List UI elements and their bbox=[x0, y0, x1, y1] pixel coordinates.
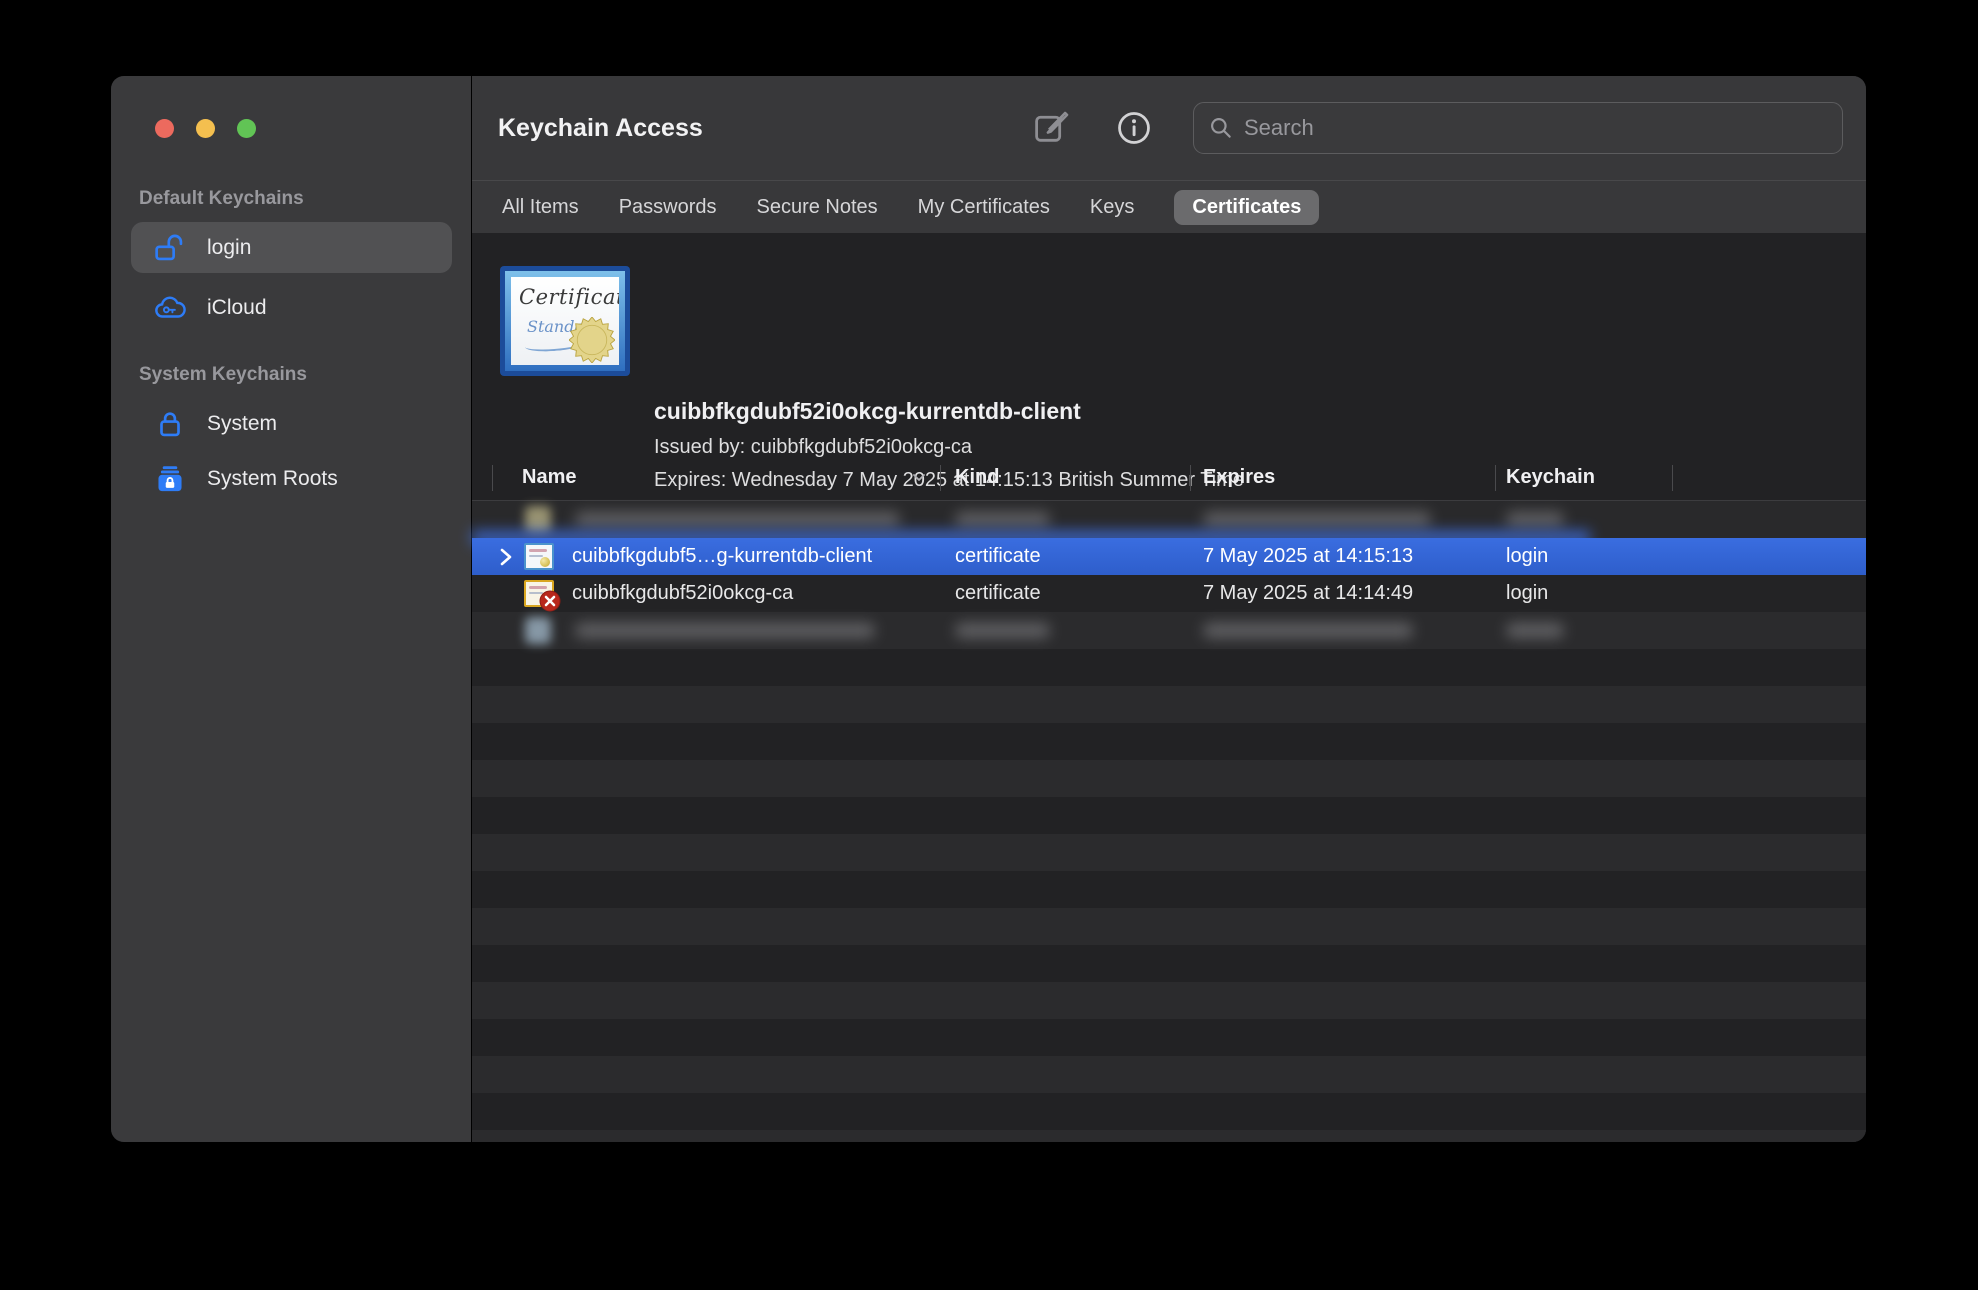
certificate-stack-lock-icon bbox=[153, 464, 187, 494]
column-header-expires[interactable]: Expires bbox=[1203, 455, 1275, 500]
main-pane: Keychain Access Search All Items Passwor… bbox=[472, 76, 1866, 1142]
tab-all-items[interactable]: All Items bbox=[502, 190, 579, 225]
page-title: Keychain Access bbox=[498, 113, 703, 142]
new-item-button[interactable] bbox=[1032, 108, 1072, 148]
sidebar-item-label: login bbox=[207, 235, 252, 259]
zoom-window-button[interactable] bbox=[237, 119, 256, 138]
table-row-ca[interactable]: cuibbfkgdubf52i0okcg-ca certificate 7 Ma… bbox=[472, 575, 1866, 612]
cell-kind: certificate bbox=[955, 582, 1041, 604]
sidebar-item-label: System bbox=[207, 411, 278, 435]
certificate-art-word: Certificate bbox=[519, 285, 619, 309]
window-controls bbox=[155, 119, 256, 138]
sidebar-item-icloud[interactable]: iCloud bbox=[131, 282, 452, 333]
tab-my-certificates[interactable]: My Certificates bbox=[918, 190, 1050, 225]
table-row-redacted[interactable] bbox=[472, 501, 1866, 544]
cell-expires: 7 May 2025 at 14:15:13 bbox=[1203, 545, 1414, 567]
keychain-access-window: Default Keychains login iCloud System Ke… bbox=[111, 76, 1866, 1142]
column-header-name[interactable]: Name bbox=[522, 455, 576, 500]
cell-name: cuibbfkgdubf52i0okcg-ca bbox=[572, 582, 794, 604]
cell-expires: 7 May 2025 at 14:14:49 bbox=[1203, 582, 1414, 604]
tab-secure-notes[interactable]: Secure Notes bbox=[757, 190, 878, 225]
cell-name: cuibbfkgdubf5…g-kurrentdb-client bbox=[572, 545, 873, 567]
table-row-selected[interactable]: cuibbfkgdubf5…g-kurrentdb-client certifi… bbox=[472, 538, 1866, 575]
sidebar-item-system-roots[interactable]: System Roots bbox=[131, 453, 452, 504]
certificate-name: cuibbfkgdubf52i0okcg-kurrentdb-client bbox=[654, 398, 1081, 424]
disclosure-chevron-icon[interactable] bbox=[498, 546, 514, 568]
tab-certificates[interactable]: Certificates bbox=[1174, 189, 1320, 225]
untrusted-certificate-icon bbox=[524, 580, 561, 612]
column-header-kind[interactable]: Kind bbox=[955, 455, 999, 500]
tab-keys[interactable]: Keys bbox=[1090, 190, 1134, 225]
certificate-icon bbox=[524, 543, 554, 570]
certificates-content: Certificate Standard cuibbfkgdubf52i0okc… bbox=[472, 233, 1866, 1142]
table-row-redacted[interactable] bbox=[472, 612, 1866, 649]
cell-keychain: login bbox=[1506, 545, 1549, 567]
sidebar-item-label: iCloud bbox=[207, 295, 267, 319]
category-tabs: All Items Passwords Secure Notes My Cert… bbox=[472, 180, 1866, 233]
unlocked-padlock-icon bbox=[153, 233, 187, 263]
tab-passwords[interactable]: Passwords bbox=[619, 190, 717, 225]
sidebar-section-default-keychains: Default Keychains bbox=[139, 188, 304, 209]
close-window-button[interactable] bbox=[155, 119, 174, 138]
sidebar-item-login[interactable]: login bbox=[131, 222, 452, 273]
column-header-keychain[interactable]: Keychain bbox=[1506, 455, 1595, 500]
minimize-window-button[interactable] bbox=[196, 119, 215, 138]
red-x-badge-icon bbox=[539, 590, 561, 612]
search-icon bbox=[1208, 115, 1234, 141]
sidebar: Default Keychains login iCloud System Ke… bbox=[111, 76, 472, 1142]
sort-chevron-down-icon[interactable] bbox=[910, 470, 928, 484]
search-input[interactable] bbox=[1244, 115, 1828, 141]
redacted-certificate-icon bbox=[525, 617, 551, 644]
cell-keychain: login bbox=[1506, 582, 1549, 604]
locked-padlock-icon bbox=[153, 409, 187, 439]
redacted-certificate-icon bbox=[525, 506, 551, 533]
sidebar-section-system-keychains: System Keychains bbox=[139, 364, 307, 385]
certificate-detail: Certificate Standard cuibbfkgdubf52i0okc… bbox=[472, 233, 1866, 524]
sidebar-item-system[interactable]: System bbox=[131, 398, 452, 449]
gold-seal-icon bbox=[569, 317, 615, 363]
cell-kind: certificate bbox=[955, 545, 1041, 567]
certificate-large-icon: Certificate Standard bbox=[500, 266, 630, 376]
search-field[interactable] bbox=[1193, 102, 1843, 154]
table-header: Name Kind Expires Keychain bbox=[472, 455, 1866, 501]
sidebar-item-label: System Roots bbox=[207, 466, 338, 490]
cloud-key-icon bbox=[153, 293, 187, 323]
info-button[interactable] bbox=[1114, 108, 1154, 148]
toolbar: Keychain Access bbox=[472, 76, 1866, 180]
certificate-list: cuibbfkgdubf5…g-kurrentdb-client certifi… bbox=[472, 501, 1866, 1142]
